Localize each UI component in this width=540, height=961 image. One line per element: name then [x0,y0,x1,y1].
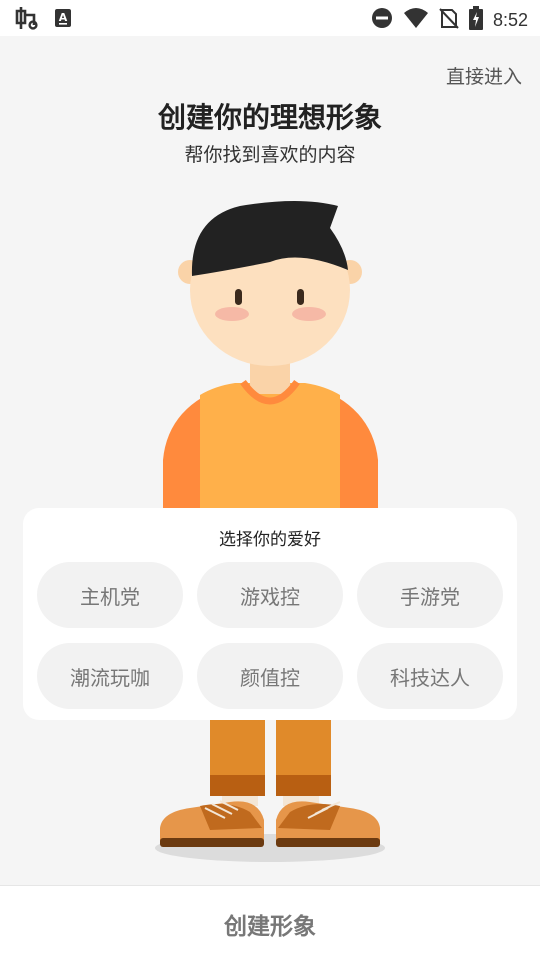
hobby-card: 选择你的爱好 主机党 游戏控 手游党 潮流玩咖 颜值控 科技达人 [23,508,517,720]
pants [210,718,331,796]
hobby-chip[interactable]: 潮流玩咖 [37,643,183,709]
svg-text:A: A [59,11,68,24]
hobby-chip[interactable]: 手游党 [357,562,503,628]
hobby-chip[interactable]: 科技达人 [357,643,503,709]
do-not-disturb-icon [371,7,393,33]
hobby-card-title: 选择你的爱好 [219,530,321,550]
page-subtitle: 帮你找到喜欢的内容 [184,144,356,166]
hobby-chip[interactable]: 颜值控 [197,643,343,709]
app-bug-icon [14,5,40,35]
no-sim-icon [439,7,459,33]
skip-button[interactable]: 直接进入 [446,62,522,89]
right-shoe [276,801,380,847]
page-title: 创建你的理想形象 [157,101,382,134]
left-shoe [160,800,264,847]
wifi-icon [403,7,429,33]
status-left: A [14,5,72,35]
status-right: 8:52 [371,6,528,34]
bottom-bar: 创建形象 [0,885,540,961]
hobby-chip[interactable]: 主机党 [37,562,183,628]
battery-charging-icon [468,6,483,34]
create-avatar-button[interactable]: 创建形象 [224,907,316,941]
clock: 8:52 [492,9,528,30]
keyboard-a-icon: A [54,8,72,32]
status-bar: A 8:52 [0,0,540,36]
hobby-chip[interactable]: 游戏控 [197,562,343,628]
